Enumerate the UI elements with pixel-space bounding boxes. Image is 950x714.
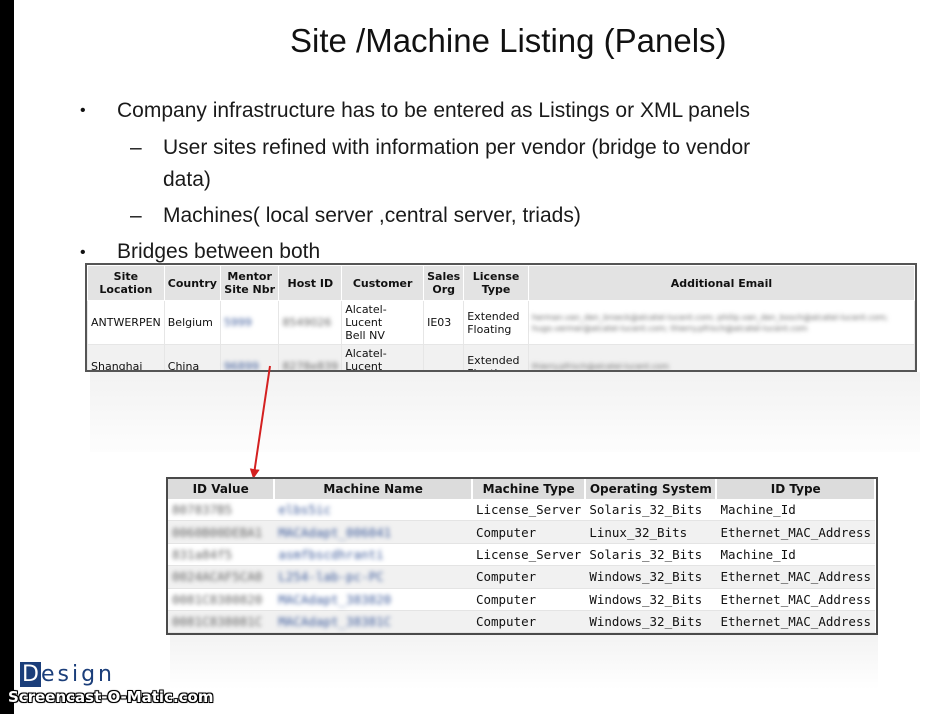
cell-name: L254-lab-pc-PC xyxy=(274,565,472,589)
machine-name-link[interactable]: L254-lab-pc-PC xyxy=(278,569,383,584)
cell-type: Computer xyxy=(471,588,586,611)
cell-idtype: Machine_Id xyxy=(716,499,875,522)
cell-name: elbs5ic xyxy=(274,499,472,522)
cell-os: Solaris_32_Bits xyxy=(585,543,717,567)
cell-type: License_Server xyxy=(471,543,586,567)
design-logo: Design xyxy=(20,662,115,687)
id-value: 0081C838081C xyxy=(172,614,263,630)
col-operating-system[interactable]: Operating System xyxy=(585,479,718,499)
table-row[interactable]: 0024ACAF5CA0 L254-lab-pc-PC Computer Win… xyxy=(168,565,875,589)
id-value: 831a84f5 xyxy=(172,546,233,562)
machine-table-header: ID Value Machine Name Machine Type Opera… xyxy=(168,479,876,499)
cell-id: 807837B5 xyxy=(168,499,275,522)
id-value: 807837B5 xyxy=(172,502,233,518)
machine-name-link[interactable]: elbs5ic xyxy=(278,502,331,517)
cell-type: Computer xyxy=(471,565,586,589)
table-row[interactable]: 0060B00DEBA1 MACAdapt_006041 Computer Li… xyxy=(168,520,875,544)
cell-os: Windows_32_Bits xyxy=(585,610,717,633)
col-id-value[interactable]: ID Value xyxy=(168,479,276,499)
cell-idtype: Ethernet_MAC_Address xyxy=(716,520,875,544)
logo-text: esign xyxy=(40,662,115,687)
cell-id: 0081C838081C xyxy=(168,610,275,633)
col-machine-name[interactable]: Machine Name xyxy=(274,479,473,499)
cell-type: Computer xyxy=(471,610,586,633)
panel-shadow xyxy=(170,635,878,690)
table-row[interactable]: 0081C8380820 MACAdapt_383820 Computer Wi… xyxy=(168,588,875,611)
table-row[interactable]: 0081C838081C MACAdapt_38381C Computer Wi… xyxy=(168,610,875,633)
cell-type: License_Server xyxy=(471,499,586,522)
machine-table: ID Value Machine Name Machine Type Opera… xyxy=(168,479,876,633)
cell-idtype: Ethernet_MAC_Address xyxy=(716,588,875,611)
cell-name: asmfbscdhranti xyxy=(274,543,472,567)
table-row[interactable]: 807837B5 elbs5ic License_Server Solaris_… xyxy=(168,499,875,522)
cell-type: Computer xyxy=(471,520,586,544)
col-machine-type[interactable]: Machine Type xyxy=(471,479,587,499)
table-row[interactable]: 831a84f5 asmfbscdhranti License_Server S… xyxy=(168,543,875,567)
cell-os: Solaris_32_Bits xyxy=(585,499,717,522)
cell-os: Linux_32_Bits xyxy=(585,520,717,544)
screencast-watermark[interactable]: Screencast-O-Matic.com xyxy=(8,688,214,706)
cell-id: 0060B00DEBA1 xyxy=(168,520,275,544)
cell-id: 831a84f5 xyxy=(168,543,275,567)
id-value: 0081C8380820 xyxy=(172,591,263,607)
cell-idtype: Machine_Id xyxy=(716,543,875,567)
id-value: 0024ACAF5CA0 xyxy=(172,569,263,585)
machine-listing-panel: ID Value Machine Name Machine Type Opera… xyxy=(166,477,878,635)
cell-name: MACAdapt_006041 xyxy=(274,520,472,544)
cell-idtype: Ethernet_MAC_Address xyxy=(716,610,875,633)
machine-name-link[interactable]: MACAdapt_38381C xyxy=(278,614,391,629)
machine-name-link[interactable]: MACAdapt_006041 xyxy=(278,525,391,540)
cell-id: 0081C8380820 xyxy=(168,588,275,611)
machine-name-link[interactable]: asmfbscdhranti xyxy=(278,547,383,562)
cell-os: Windows_32_Bits xyxy=(585,588,717,611)
cell-idtype: Ethernet_MAC_Address xyxy=(716,565,875,589)
cell-id: 0024ACAF5CA0 xyxy=(168,565,275,589)
cell-name: MACAdapt_383820 xyxy=(274,588,472,611)
col-id-type[interactable]: ID Type xyxy=(716,479,876,499)
arrow-line xyxy=(249,365,271,479)
logo-initial: D xyxy=(20,662,41,687)
machine-name-link[interactable]: MACAdapt_383820 xyxy=(278,592,391,607)
id-value: 0060B00DEBA1 xyxy=(172,524,263,540)
cell-name: MACAdapt_38381C xyxy=(274,610,472,633)
cell-os: Windows_32_Bits xyxy=(585,565,717,589)
